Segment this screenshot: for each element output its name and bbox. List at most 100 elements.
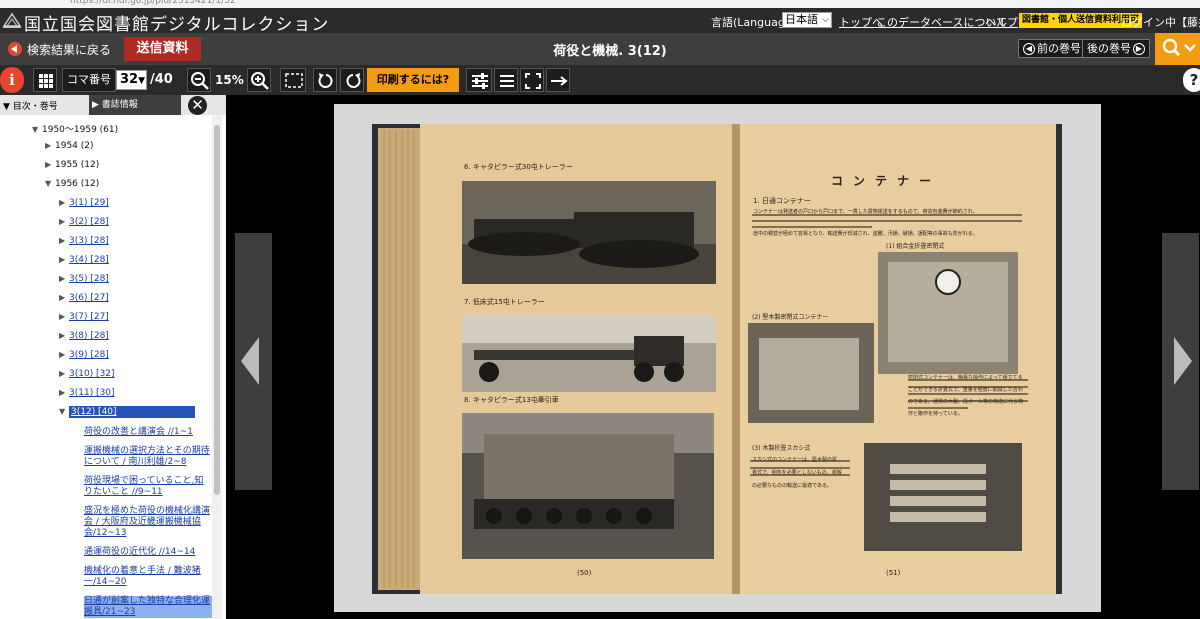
issue-link[interactable]: 3(5) [28]	[69, 274, 109, 284]
tree-node-issue[interactable]: ▶ 3(9) [28]	[59, 350, 109, 360]
site-title[interactable]: 国立国会図書館デジタルコレクション	[24, 10, 329, 35]
caption-trailer-15t: 7. 低床式15屯トレーラー	[464, 298, 545, 306]
issue-link[interactable]: 3(4) [28]	[69, 255, 109, 265]
send-material-button[interactable]: 送信資料	[124, 37, 201, 61]
issue-link[interactable]: 3(2) [28]	[69, 217, 109, 227]
body-text: の必要なものの輸送に最適である。	[752, 483, 832, 489]
article-link[interactable]: 機械化の着意と手法 / 難波猪一/14~20	[84, 566, 212, 588]
figure-caption-2: (2) 堅木製密閉式コンテナー	[752, 314, 829, 321]
back-to-results-button[interactable]: 検索結果に戻る	[8, 41, 111, 57]
caption-tractor-13t: 8. キャタピラー式13屯牽引車	[464, 396, 559, 404]
previous-page-button[interactable]	[235, 233, 272, 490]
search-button[interactable]	[1155, 33, 1200, 65]
issue-link[interactable]: 3(7) [27]	[69, 312, 109, 322]
language-select[interactable]: 日本語 ⌵	[782, 12, 832, 28]
tree-node-1956[interactable]: ▼ 1956 (12)	[45, 179, 99, 189]
collapsed-triangle-icon: ▶	[45, 141, 52, 150]
article-link-selected[interactable]: 日通が創案した独特な合理化運搬具/21~23	[84, 596, 212, 618]
browser-address-bar: https://dl.ndl.go.jp/pid/2513421/1/32	[0, 0, 1200, 8]
article-link[interactable]: 盛況を極めた荷役の機械化講演会 / 大阪府及近畿運搬機械協会/12~13	[84, 506, 212, 539]
grid-icon	[39, 74, 53, 88]
fit-page-button[interactable]	[280, 68, 306, 92]
tree-node-issue[interactable]: ▶ 3(1) [29]	[59, 198, 109, 208]
help-button[interactable]: ?	[1183, 68, 1200, 92]
sliders-icon	[472, 73, 488, 89]
tree-node-issue[interactable]: ▶ 3(2) [28]	[59, 217, 109, 227]
collapsed-triangle-icon: ▶	[59, 331, 66, 340]
body-text: コンテナーは発送者の戸口から戸口まで、一貫した貨物運送をするもので、荷造包装費が…	[753, 209, 978, 215]
tree-node-1954[interactable]: ▶ 1954 (2)	[45, 141, 94, 151]
list-view-button[interactable]	[494, 68, 518, 92]
collapsed-triangle-icon: ▶	[59, 236, 66, 245]
tree-node-decade[interactable]: ▼ 1950～1959 (61)	[32, 122, 118, 135]
thumbnail-grid-button[interactable]	[33, 68, 57, 92]
article-link[interactable]: 荷役の改善と講演会 //1~1	[84, 427, 212, 438]
tree-node-issue[interactable]: ▶ 3(5) [28]	[59, 274, 109, 284]
print-help-button[interactable]: 印刷するには?	[367, 68, 459, 92]
sidebar-tabs: ▼ 目次・巻号 ▶ 書誌情報 ✕	[0, 95, 226, 115]
tree-node-issue-selected[interactable]: ▼ 3(12) [40]	[59, 406, 195, 418]
issue-link[interactable]: 3(8) [28]	[69, 331, 109, 341]
info-button[interactable]: i	[0, 67, 24, 93]
zoom-out-button[interactable]	[187, 68, 211, 92]
issue-link[interactable]: 3(1) [29]	[69, 198, 109, 208]
scrollbar-thumb[interactable]	[214, 125, 220, 495]
zoom-out-icon	[191, 72, 209, 90]
previous-volume-button[interactable]: ◀ 前の巻号	[1018, 39, 1086, 58]
sidebar-scrollbar[interactable]	[212, 115, 222, 619]
rotate-right-button[interactable]	[340, 68, 364, 92]
zoom-in-icon	[251, 72, 269, 90]
fullscreen-button[interactable]	[520, 68, 544, 92]
body-text: 作と聯作を持っている。	[908, 411, 963, 417]
frame-number-select[interactable]: 32▼	[116, 70, 147, 90]
fullscreen-icon	[525, 73, 541, 89]
image-adjust-button[interactable]	[466, 68, 492, 92]
sidebar: ▼ 目次・巻号 ▶ 書誌情報 ✕ ▼ 1950～1959 (61) ▶ 1954 (…	[0, 95, 226, 619]
previous-volume-label: 前の巻号	[1037, 42, 1081, 55]
issue-link[interactable]: 3(3) [28]	[69, 236, 109, 246]
expanded-triangle-icon: ▼	[32, 125, 39, 134]
article-link[interactable]: 運搬機械の選択方法とその期待について / 南川利雄/2~8	[84, 446, 212, 468]
body-text: 畳式で、梱包を必要としないもの、運搬	[752, 470, 842, 476]
back-label: 検索結果に戻る	[27, 42, 112, 57]
tree-node-issue[interactable]: ▶ 3(4) [28]	[59, 255, 109, 265]
issue-link-selected[interactable]: 3(12) [40]	[69, 406, 195, 418]
tree-node-label: 1950～1959 (61)	[42, 125, 119, 135]
tab-table-of-contents[interactable]: ▼ 目次・巻号	[3, 99, 58, 112]
next-page-button[interactable]	[1162, 233, 1199, 490]
issue-link[interactable]: 3(10) [32]	[69, 369, 115, 379]
tree-node-issue[interactable]: ▶ 3(3) [28]	[59, 236, 109, 246]
login-status[interactable]: ログイン中【藤井 厚	[1121, 14, 1200, 30]
body-text: 密閉式コンテナーは、簡易な操作によって組立てる	[908, 375, 1023, 381]
body-text: ことができる折畳式で、重量を極度に削減した合わ	[908, 387, 1023, 393]
tree-node-issue[interactable]: ▶ 3(11) [30]	[59, 388, 115, 398]
collapsed-triangle-icon: ▶	[59, 293, 66, 302]
tree-node-issue[interactable]: ▶ 3(8) [28]	[59, 331, 109, 341]
issue-link[interactable]: 3(6) [27]	[69, 293, 109, 303]
issue-link[interactable]: 3(11) [30]	[69, 388, 115, 398]
chevron-down-icon: ⌵	[822, 15, 829, 25]
scanned-page-image[interactable]: 6. キャタピラー式30屯トレーラー 7. 低床式15屯トレーラー 8. キャタ…	[334, 104, 1101, 612]
viewer-toolbar: i コマ番号 32▼ /40 15% 印刷するには? ?	[0, 65, 1200, 95]
browser-url: https://dl.ndl.go.jp/pid/2513421/1/32	[70, 0, 236, 6]
tab-bibliographic-info[interactable]: ▶ 書誌情報	[89, 95, 181, 115]
body-text: 途中の積替が極めて容易となり、輸送費が低減され、盗難、汚損、破損、誤配等の事故も…	[753, 231, 978, 237]
language-value: 日本語	[785, 13, 818, 26]
article-link[interactable]: 通運荷役の近代化 //14~14	[84, 547, 212, 558]
article-link[interactable]: 荷役現場で困っていること,知りたいこと //9~11	[84, 476, 212, 498]
collapsed-triangle-icon: ▶	[59, 388, 66, 397]
caption-trailer-30t: 6. キャタピラー式30屯トレーラー	[464, 163, 573, 171]
help-link[interactable]: ヘルプ	[985, 14, 1018, 30]
close-sidebar-icon[interactable]: ✕	[188, 96, 207, 115]
rotate-left-button[interactable]	[313, 68, 337, 92]
issue-link[interactable]: 3(9) [28]	[69, 350, 109, 360]
tree-node-issue[interactable]: ▶ 3(6) [27]	[59, 293, 109, 303]
page-number-left: (50)	[577, 569, 592, 577]
page-direction-button[interactable]	[546, 68, 570, 92]
tree-node-issue[interactable]: ▶ 3(10) [32]	[59, 369, 115, 379]
next-volume-button[interactable]: 後の巻号 ▶	[1082, 39, 1150, 58]
zoom-in-button[interactable]	[247, 68, 271, 92]
tree-node-issue[interactable]: ▶ 3(7) [27]	[59, 312, 109, 322]
tree-node-1955[interactable]: ▶ 1955 (12)	[45, 160, 99, 170]
collapsed-triangle-icon: ▶	[59, 369, 66, 378]
